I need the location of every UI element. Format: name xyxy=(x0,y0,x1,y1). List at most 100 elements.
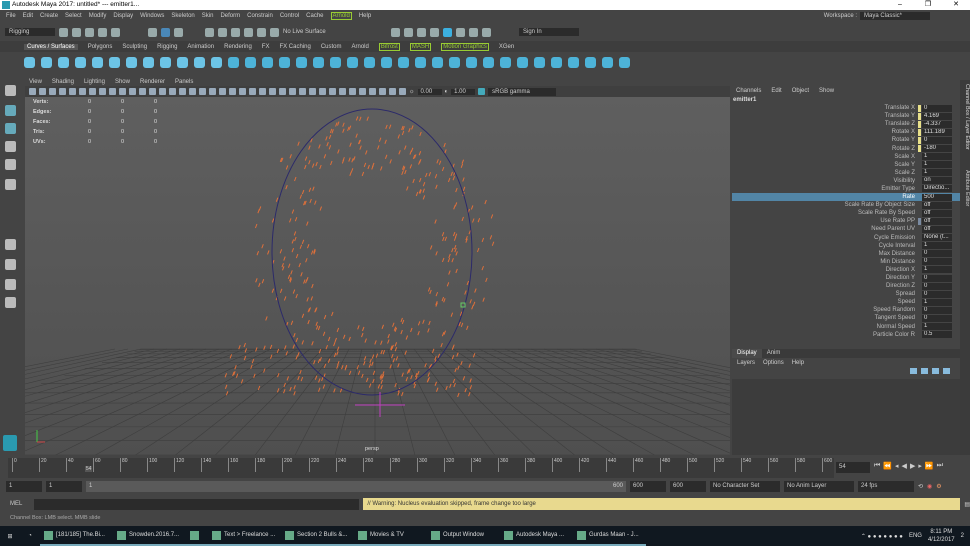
shelf-tool-icon[interactable] xyxy=(500,56,511,68)
taskbar-item[interactable]: Gurdas Maan - J... xyxy=(573,526,646,546)
panel-tool-icon[interactable] xyxy=(49,88,56,95)
menu-cache[interactable]: Cache xyxy=(306,13,323,19)
channel-value[interactable]: 0 xyxy=(922,258,952,266)
notification-icon[interactable]: 2 xyxy=(961,533,964,539)
channel-row[interactable]: Speed Random 0 xyxy=(732,306,960,314)
anim-layer-select[interactable]: No Anim Layer xyxy=(784,481,854,492)
panel-tool-icon[interactable] xyxy=(349,88,356,95)
channel-name[interactable]: Rotate Z xyxy=(732,146,918,152)
channel-value[interactable]: off xyxy=(922,217,952,225)
channel-name[interactable]: Translate X xyxy=(732,105,918,111)
channel-row[interactable]: Scale Y 1 xyxy=(732,161,960,169)
channel-value[interactable]: 0 xyxy=(922,290,952,298)
channel-name[interactable]: Rotate X xyxy=(732,129,918,135)
shelf-tool-icon[interactable] xyxy=(330,56,341,68)
menu-arnold[interactable]: Arnold xyxy=(330,12,352,20)
go-to-end-button[interactable]: ⏭ xyxy=(937,462,943,470)
shelf-tool-icon[interactable] xyxy=(551,56,562,68)
ipr-render-icon[interactable] xyxy=(417,27,426,37)
save-scene-icon[interactable] xyxy=(85,27,94,37)
channel-value[interactable]: 0 xyxy=(922,306,952,314)
snap-surface-icon[interactable] xyxy=(257,27,266,37)
channel-row[interactable]: Particle Color R 0.5 xyxy=(732,331,960,339)
panel-tool-icon[interactable] xyxy=(389,88,396,95)
channel-row[interactable]: Rate 500 xyxy=(732,193,960,202)
options-menu[interactable]: Options xyxy=(763,360,784,366)
channel-name[interactable]: Scale Rate By Speed xyxy=(732,210,918,216)
taskbar-item[interactable]: Text > Freelance ... xyxy=(208,526,281,546)
panel-menu-lighting[interactable]: Lighting xyxy=(84,79,105,85)
channel-value[interactable]: 1 xyxy=(922,161,952,169)
shelf-tool-icon[interactable] xyxy=(517,56,528,68)
shelf-tool-icon[interactable] xyxy=(109,56,120,68)
shelf-tool-icon[interactable] xyxy=(211,56,222,68)
single-view-layout-icon[interactable] xyxy=(5,239,16,250)
panel-tool-icon[interactable] xyxy=(379,88,386,95)
panel-menu-show[interactable]: Show xyxy=(115,79,130,85)
tab-attribute-editor[interactable]: Attribute Editor xyxy=(960,170,970,206)
menu-edit[interactable]: Edit xyxy=(23,13,33,19)
channel-name[interactable]: Spread xyxy=(732,291,918,297)
panel-tool-icon[interactable] xyxy=(129,88,136,95)
channel-row[interactable]: Translate X 0 xyxy=(732,104,960,112)
shelf-tool-icon[interactable] xyxy=(619,56,630,68)
exposure-field[interactable]: 0.00 xyxy=(417,88,442,95)
move-layer-up-icon[interactable] xyxy=(910,368,917,374)
channel-row[interactable]: Scale Z 1 xyxy=(732,169,960,177)
shelf-tab-custom[interactable]: Custom xyxy=(321,44,342,50)
shelf-tab-sculpting[interactable]: Sculpting xyxy=(122,44,147,50)
render-frame-icon[interactable] xyxy=(404,27,413,37)
panel-tool-icon[interactable] xyxy=(29,88,36,95)
channel-row[interactable]: Speed 1 xyxy=(732,298,960,306)
panel-tool-icon[interactable] xyxy=(69,88,76,95)
shelf-tool-icon[interactable] xyxy=(466,56,477,68)
panel-tool-icon[interactable] xyxy=(369,88,376,95)
channel-value[interactable]: 0.5 xyxy=(922,331,952,339)
panel-tool-icon[interactable] xyxy=(209,88,216,95)
channel-row[interactable]: Translate Z -4.337 xyxy=(732,120,960,128)
menu-help[interactable]: Help xyxy=(359,13,371,19)
character-set-select[interactable]: No Character Set xyxy=(710,481,780,492)
viewport-persp[interactable]: Verts: 0 0 0 Edges: 0 0 0 Faces: 0 0 0 Tris: 0 0 0 UVs: 0… xyxy=(25,97,730,455)
snap-view-icon[interactable] xyxy=(244,27,253,37)
gamma-field[interactable]: 1.00 xyxy=(451,88,476,95)
preferences-icon[interactable]: ⚙ xyxy=(936,483,941,490)
shelf-tab-arnold[interactable]: Arnold xyxy=(352,44,369,50)
animation-start-field[interactable]: 1 xyxy=(46,481,82,492)
menu-display[interactable]: Display xyxy=(113,13,133,19)
step-back-frame-button[interactable]: ◂ xyxy=(895,462,899,470)
shelf-tool-icon[interactable] xyxy=(568,56,579,68)
panel-tool-icon[interactable] xyxy=(89,88,96,95)
shelf-tool-icon[interactable] xyxy=(194,56,205,68)
panel-tool-icon[interactable] xyxy=(139,88,146,95)
shelf-tool-icon[interactable] xyxy=(245,56,256,68)
shelf-tool-icon[interactable] xyxy=(415,56,426,68)
channel-name[interactable]: Rate xyxy=(732,194,918,200)
outliner-layout-icon[interactable] xyxy=(5,279,16,290)
channel-value[interactable]: 1 xyxy=(922,266,952,274)
channel-name[interactable]: Scale Rate By Object Size xyxy=(732,202,918,208)
menu-file[interactable]: File xyxy=(6,13,16,19)
move-tool-icon[interactable] xyxy=(5,141,16,152)
shelf-tool-icon[interactable] xyxy=(75,56,86,68)
render-view-icon[interactable] xyxy=(391,27,400,37)
panel-tool-icon[interactable] xyxy=(159,88,166,95)
workspace-select[interactable]: Maya Classic* xyxy=(860,12,930,20)
channel-name[interactable]: Max Distance xyxy=(732,251,918,257)
pause-viewport-icon[interactable] xyxy=(482,27,491,37)
shelf-tool-icon[interactable] xyxy=(41,56,52,68)
step-forward-key-button[interactable]: ⏩ xyxy=(925,462,934,470)
open-scene-icon[interactable] xyxy=(72,27,81,37)
panel-tool-icon[interactable] xyxy=(249,88,256,95)
menu-select[interactable]: Select xyxy=(65,13,82,19)
channel-value[interactable]: None (t... xyxy=(922,234,952,242)
channel-row[interactable]: Rotate Z -180 xyxy=(732,144,960,153)
new-layer-icon[interactable] xyxy=(932,368,939,374)
undo-icon[interactable] xyxy=(98,27,107,37)
channel-value[interactable]: off xyxy=(922,209,952,217)
panel-layout-icon[interactable] xyxy=(5,297,16,308)
end-time-field[interactable]: 600 xyxy=(630,481,666,492)
shelf-tool-icon[interactable] xyxy=(143,56,154,68)
channel-value[interactable]: -180 xyxy=(922,145,952,153)
clock-date[interactable]: 4/12/2017 xyxy=(928,536,955,544)
